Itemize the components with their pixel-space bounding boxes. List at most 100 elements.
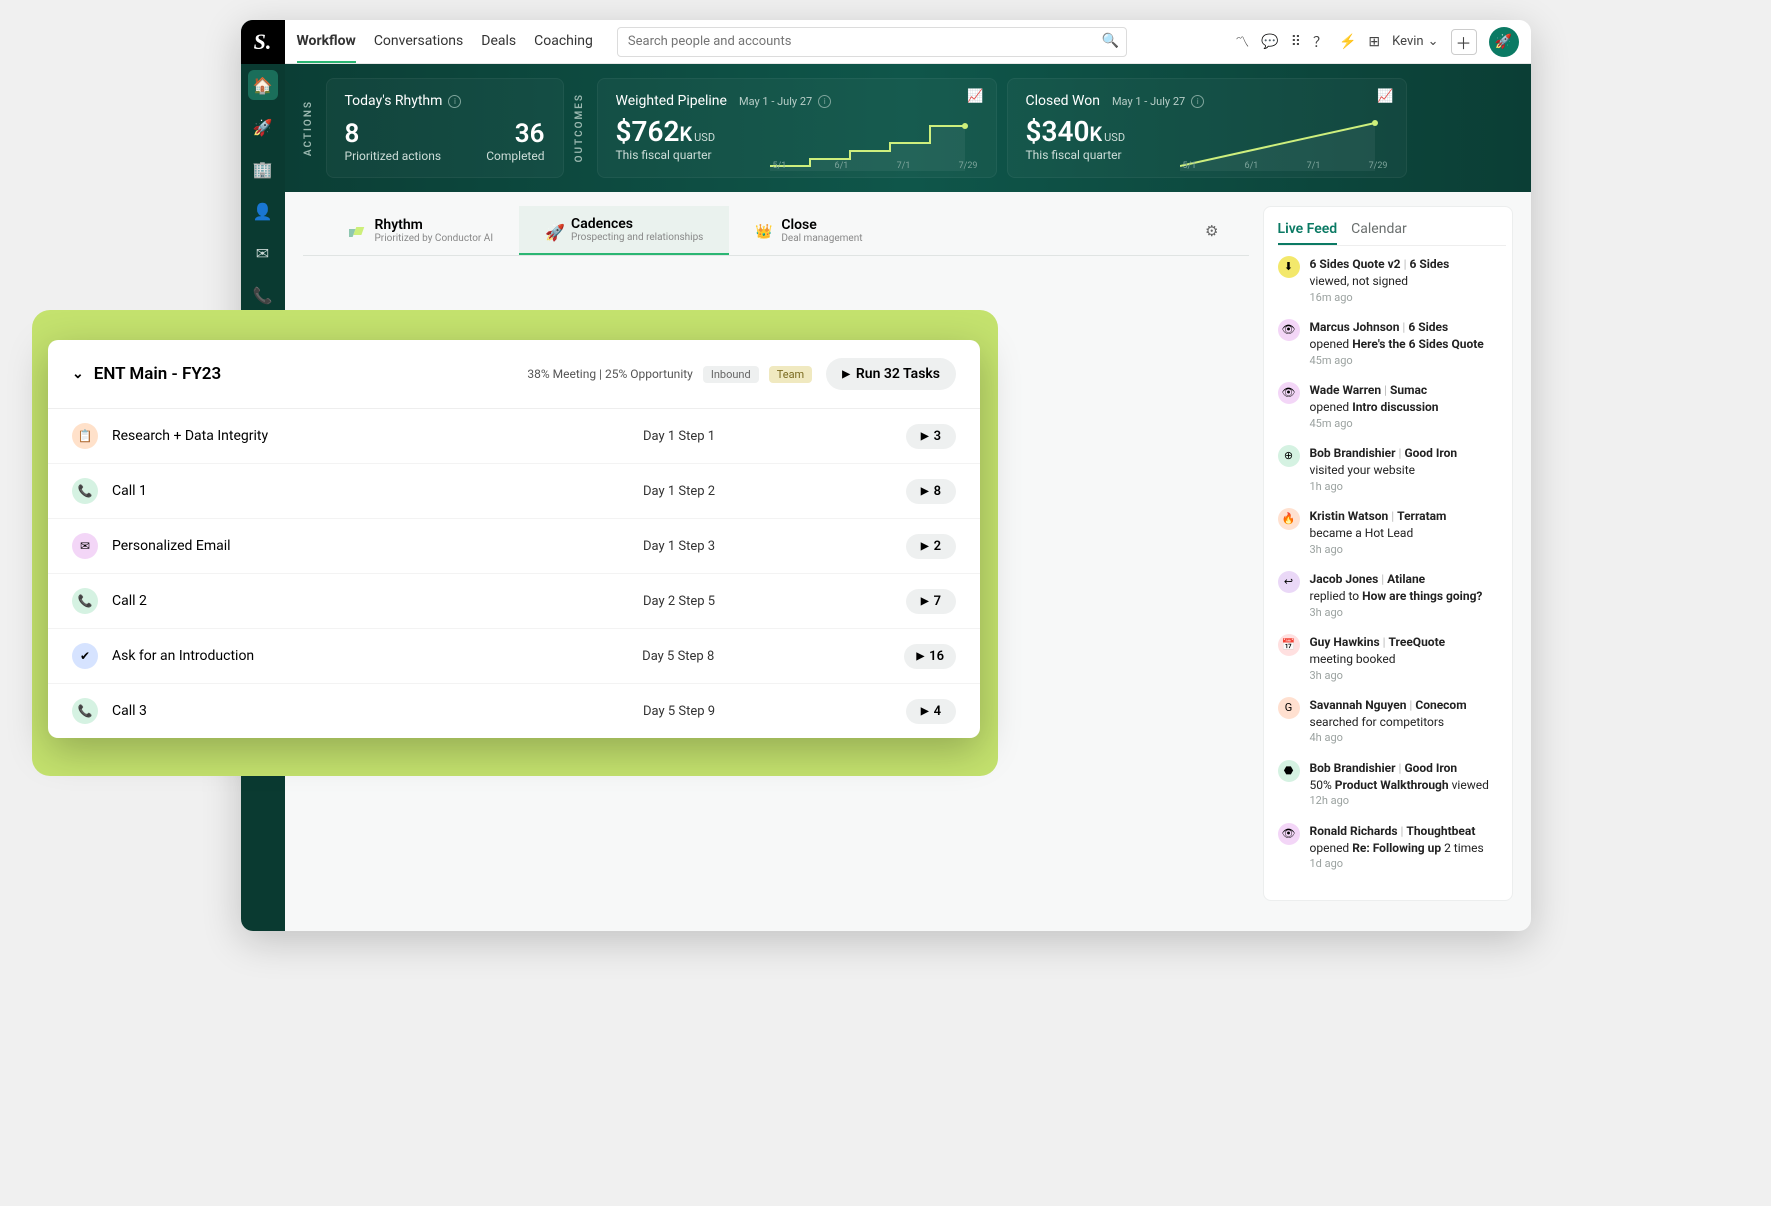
task-run-button[interactable]: ▶ 3 xyxy=(906,424,956,449)
task-label: Ask for an Introduction xyxy=(112,648,452,664)
completed-count: 36 xyxy=(486,119,544,149)
nav-coaching[interactable]: Coaching xyxy=(534,21,593,63)
task-step: Day 5 Step 8 xyxy=(452,649,904,664)
feed-item[interactable]: ↩Jacob Jones | Atilanereplied to How are… xyxy=(1278,571,1506,620)
person-icon[interactable]: 👤 xyxy=(248,196,278,226)
feed-item[interactable]: 👁Marcus Johnson | 6 Sidesopened Here's t… xyxy=(1278,319,1506,368)
top-nav: Workflow Conversations Deals Coaching xyxy=(297,21,593,63)
task-type-icon: 📞 xyxy=(72,698,98,724)
tab-close[interactable]: 👑 CloseDeal management xyxy=(729,206,888,255)
feed-item[interactable]: GSavannah Nguyen | Conecomsearched for c… xyxy=(1278,697,1506,746)
user-menu[interactable]: Kevin⌄ xyxy=(1392,34,1438,49)
nav-deals[interactable]: Deals xyxy=(481,21,516,63)
feed-icon: ⊕ xyxy=(1278,445,1300,467)
feed-icon: ⬇ xyxy=(1278,256,1300,278)
task-step: Day 1 Step 1 xyxy=(452,429,906,444)
rocket-icon[interactable]: 🚀 xyxy=(248,112,278,142)
task-label: Personalized Email xyxy=(112,538,452,554)
search-input[interactable] xyxy=(617,27,1127,57)
task-run-button[interactable]: ▶ 8 xyxy=(906,479,956,504)
nav-conversations[interactable]: Conversations xyxy=(374,21,463,63)
cadence-title[interactable]: ⌄ ENT Main - FY23 xyxy=(72,364,221,384)
task-run-button[interactable]: ▶ 2 xyxy=(906,534,956,559)
feed-item[interactable]: 📅Guy Hawkins | TreeQuotemeeting booked3h… xyxy=(1278,634,1506,683)
feed-icon: ↩ xyxy=(1278,571,1300,593)
task-type-icon: 📞 xyxy=(72,588,98,614)
badge-inbound: Inbound xyxy=(703,366,759,383)
accounts-icon[interactable]: 🏢 xyxy=(248,154,278,184)
task-step: Day 2 Step 5 xyxy=(452,594,906,609)
rhythm-icon xyxy=(349,224,367,238)
add-button[interactable]: ＋ xyxy=(1451,29,1477,55)
tab-rhythm[interactable]: RhythmPrioritized by Conductor AI xyxy=(323,206,520,255)
feed-item[interactable]: ⬣Bob Brandishier | Good Iron50% Product … xyxy=(1278,760,1506,809)
task-row[interactable]: 📋Research + Data IntegrityDay 1 Step 1▶ … xyxy=(48,409,980,464)
chart-icon[interactable]: 📈 xyxy=(967,89,983,104)
feed-item[interactable]: 🔥Kristin Watson | Terratambecame a Hot L… xyxy=(1278,508,1506,557)
play-icon: ▶ xyxy=(921,541,929,552)
search-icon: 🔍 xyxy=(1101,33,1118,49)
task-run-button[interactable]: ▶ 4 xyxy=(906,699,956,724)
activity-icon[interactable]: 〽 xyxy=(1235,32,1249,52)
chat-icon[interactable]: 💬 xyxy=(1261,34,1278,50)
feed-item[interactable]: ⊕Bob Brandishier | Good Ironvisited your… xyxy=(1278,445,1506,494)
task-type-icon: ✉ xyxy=(72,533,98,559)
closed-card: 📈 Closed WonMay 1 - July 27i $340KUSD Th… xyxy=(1007,78,1407,178)
feed-icon: 👁 xyxy=(1278,319,1300,341)
badge-team: Team xyxy=(769,366,813,383)
play-icon: ▶ xyxy=(842,369,850,380)
play-icon: ▶ xyxy=(921,486,929,497)
task-run-button[interactable]: ▶ 16 xyxy=(904,644,956,669)
task-type-icon: ✔ xyxy=(72,643,98,669)
chart-icon[interactable]: 📈 xyxy=(1377,89,1393,104)
actions-label: ACTIONS xyxy=(303,100,314,156)
tab-cadences[interactable]: 🚀 CadencesProspecting and relationships xyxy=(519,206,729,255)
feed-item[interactable]: ⬇6 Sides Quote v2 | 6 Sidesviewed, not s… xyxy=(1278,256,1506,305)
task-label: Research + Data Integrity xyxy=(112,428,452,444)
feed-icon: 👁 xyxy=(1278,823,1300,845)
task-row[interactable]: 📞Call 1Day 1 Step 2▶ 8 xyxy=(48,464,980,519)
info-icon[interactable]: i xyxy=(1191,95,1204,108)
avatar[interactable]: 🚀 xyxy=(1489,27,1519,57)
settings-icon[interactable]: ⚙ xyxy=(1195,212,1228,250)
logo: S. xyxy=(241,20,285,64)
feed-icon: 🔥 xyxy=(1278,508,1300,530)
task-row[interactable]: ✔ Ask for an IntroductionDay 5 Step 8▶ 16 xyxy=(48,629,980,684)
feed-icon: 👁 xyxy=(1278,382,1300,404)
search[interactable]: 🔍 xyxy=(617,27,1127,57)
nav-workflow[interactable]: Workflow xyxy=(297,21,356,63)
task-label: Call 2 xyxy=(112,593,452,609)
task-step: Day 1 Step 2 xyxy=(452,484,906,499)
info-icon[interactable]: i xyxy=(818,95,831,108)
phone-icon[interactable]: 📞 xyxy=(248,280,278,310)
apps-icon[interactable]: ⊞ xyxy=(1368,34,1380,50)
home-icon[interactable]: 🏠 xyxy=(248,70,278,100)
mail-icon[interactable]: ✉ xyxy=(248,238,278,268)
hero: ACTIONS Today's Rhythmi 8Prioritized act… xyxy=(285,64,1531,192)
task-step: Day 1 Step 3 xyxy=(452,539,906,554)
tab-live-feed[interactable]: Live Feed xyxy=(1278,221,1338,245)
help-icon[interactable]: ？ xyxy=(1313,32,1327,52)
feed-item[interactable]: 👁Ronald Richards | Thoughtbeatopened Re:… xyxy=(1278,823,1506,872)
info-icon[interactable]: i xyxy=(448,95,461,108)
task-row[interactable]: 📞 Call 2Day 2 Step 5▶ 7 xyxy=(48,574,980,629)
feed-icon: G xyxy=(1278,697,1300,719)
rhythm-card: Today's Rhythmi 8Prioritized actions 36C… xyxy=(326,78,564,178)
task-row[interactable]: 📞Call 3Day 5 Step 9▶ 4 xyxy=(48,684,980,738)
play-icon: ▶ xyxy=(921,431,929,442)
play-icon: ▶ xyxy=(916,651,924,662)
chevron-down-icon: ⌄ xyxy=(1428,34,1439,49)
feed-item[interactable]: 👁Wade Warren | Sumacopened Intro discuss… xyxy=(1278,382,1506,431)
pipeline-card: 📈 Weighted PipelineMay 1 - July 27i $762… xyxy=(597,78,997,178)
task-row[interactable]: ✉ Personalized EmailDay 1 Step 3▶ 2 xyxy=(48,519,980,574)
cadences-icon: 🚀 xyxy=(545,223,563,237)
bolt-icon[interactable]: ⚡ xyxy=(1339,34,1356,50)
feed-icon: ⬣ xyxy=(1278,760,1300,782)
task-step: Day 5 Step 9 xyxy=(452,704,906,719)
cadence-panel: ⌄ ENT Main - FY23 38% Meeting | 25% Oppo… xyxy=(48,340,980,738)
task-label: Call 1 xyxy=(112,483,452,499)
run-tasks-button[interactable]: ▶Run 32 Tasks xyxy=(826,358,956,390)
tab-calendar[interactable]: Calendar xyxy=(1351,221,1407,245)
task-run-button[interactable]: ▶ 7 xyxy=(906,589,956,614)
dialpad-icon[interactable]: ⠿ xyxy=(1291,34,1301,50)
